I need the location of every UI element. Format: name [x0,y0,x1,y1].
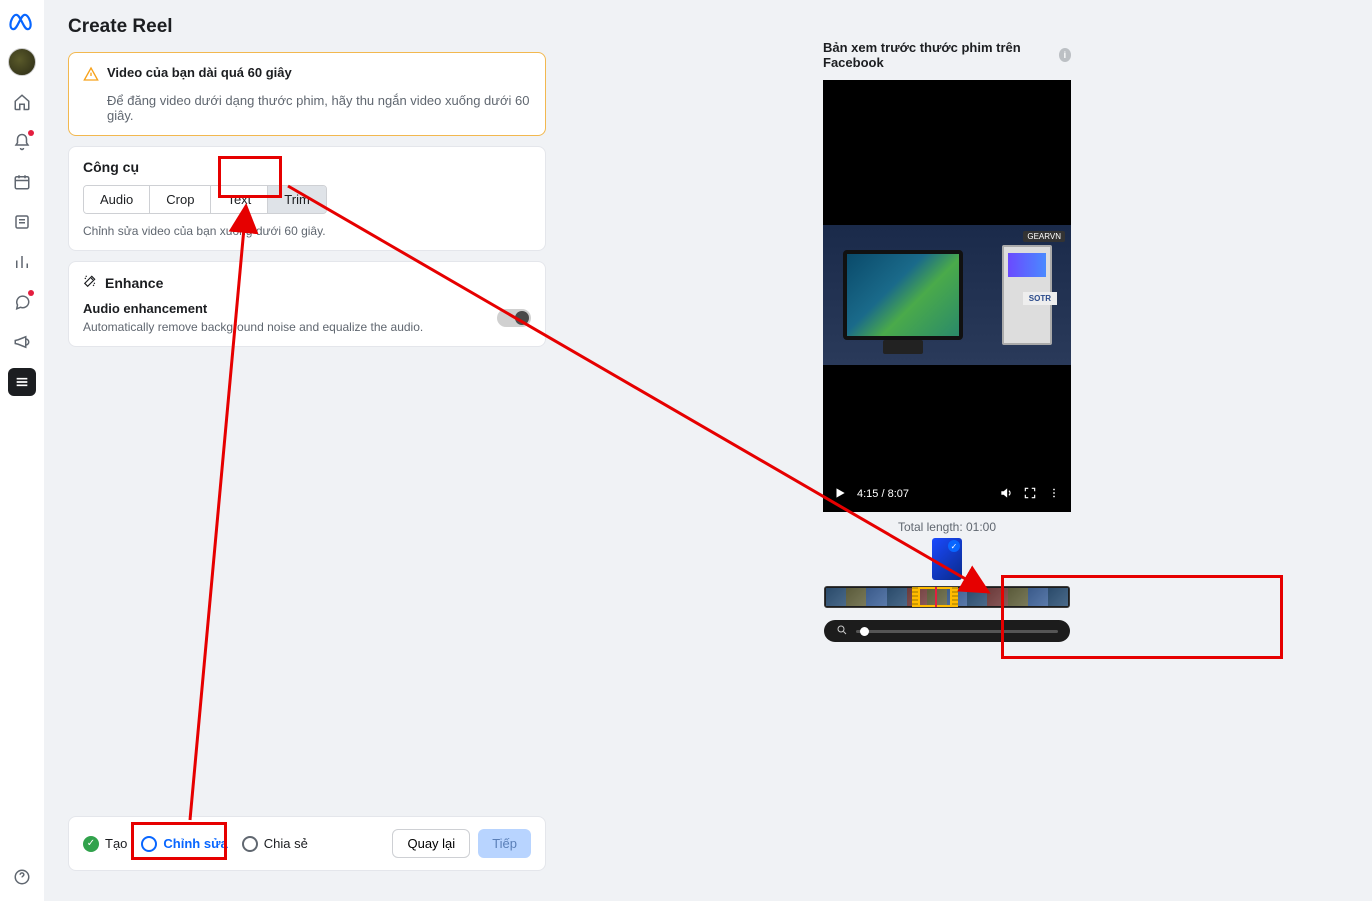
step-edit: Chỉnh sửa [141,836,227,852]
tab-audio[interactable]: Audio [84,186,150,213]
calendar-icon[interactable] [8,168,36,196]
cover-thumbnail[interactable] [932,538,962,580]
check-icon: ✓ [83,836,99,852]
next-button[interactable]: Tiếp [478,829,531,858]
trim-timeline[interactable] [824,586,1070,608]
sotr-badge: SOTR [1023,292,1057,305]
warning-title: Video của bạn dài quá 60 giây [107,65,292,80]
meta-logo[interactable] [8,8,36,36]
comment-icon[interactable] [8,288,36,316]
menu-icon[interactable] [8,368,36,396]
footer-stepper: ✓ Tạo Chỉnh sửa Chia sẻ Quay lại Tiếp [68,816,546,871]
preview-monitor-graphic [843,250,963,340]
home-icon[interactable] [8,88,36,116]
info-icon[interactable]: i [1059,48,1071,62]
insights-icon[interactable] [8,248,36,276]
playhead[interactable] [935,586,937,608]
wand-icon [83,274,97,291]
zoom-thumb[interactable] [860,627,869,636]
bell-icon[interactable] [8,128,36,156]
step-share: Chia sẻ [242,836,308,852]
enhance-card: Enhance Audio enhancement Automatically … [68,261,546,347]
tab-trim[interactable]: Trim [268,186,326,213]
total-length-label: Total length: 01:00 [898,520,996,534]
volume-icon[interactable] [999,486,1013,503]
warning-icon [83,66,99,87]
step-pending-icon [242,836,258,852]
warning-card: Video của bạn dài quá 60 giây Để đăng vi… [68,52,546,136]
gearvn-badge: GEARVN [1023,231,1065,242]
step-create: ✓ Tạo [83,836,127,852]
avatar[interactable] [8,48,36,76]
video-preview[interactable]: GEARVN SOTR 4:15 / 8:07 [823,80,1071,512]
left-nav-rail [0,0,44,901]
megaphone-icon[interactable] [8,328,36,356]
video-controls: 4:15 / 8:07 [823,476,1071,512]
tools-title: Công cụ [83,159,531,175]
play-icon[interactable] [833,486,847,503]
zoom-slider[interactable] [824,620,1070,642]
page-title: Create Reel [68,16,546,38]
warning-desc: Để đăng video dưới dạng thước phim, hãy … [107,93,531,123]
video-time: 4:15 / 8:07 [857,488,909,500]
help-icon[interactable] [8,863,36,891]
posts-icon[interactable] [8,208,36,236]
more-icon[interactable] [1047,486,1061,503]
preview-header: Bản xem trước thước phim trên Facebook i [823,40,1071,70]
enhance-item-desc: Automatically remove background noise an… [83,320,423,334]
trim-handle-right[interactable] [952,587,958,607]
fullscreen-icon[interactable] [1023,486,1037,503]
back-button[interactable]: Quay lại [392,829,470,858]
tab-text[interactable]: Text [211,186,268,213]
step-current-icon [141,836,157,852]
audio-enhance-toggle[interactable] [497,309,531,327]
tools-desc: Chỉnh sửa video của bạn xuống dưới 60 gi… [83,224,531,238]
tab-crop[interactable]: Crop [150,186,211,213]
tools-card: Công cụ Audio Crop Text Trim Chỉnh sửa v… [68,146,546,251]
zoom-icon [836,624,848,639]
enhance-item-label: Audio enhancement [83,301,423,316]
main-column: Create Reel Video của bạn dài quá 60 giâ… [44,0,562,901]
preview-column: Bản xem trước thước phim trên Facebook i… [562,0,1372,901]
tool-tabs: Audio Crop Text Trim [83,185,327,214]
enhance-title: Enhance [105,275,163,291]
